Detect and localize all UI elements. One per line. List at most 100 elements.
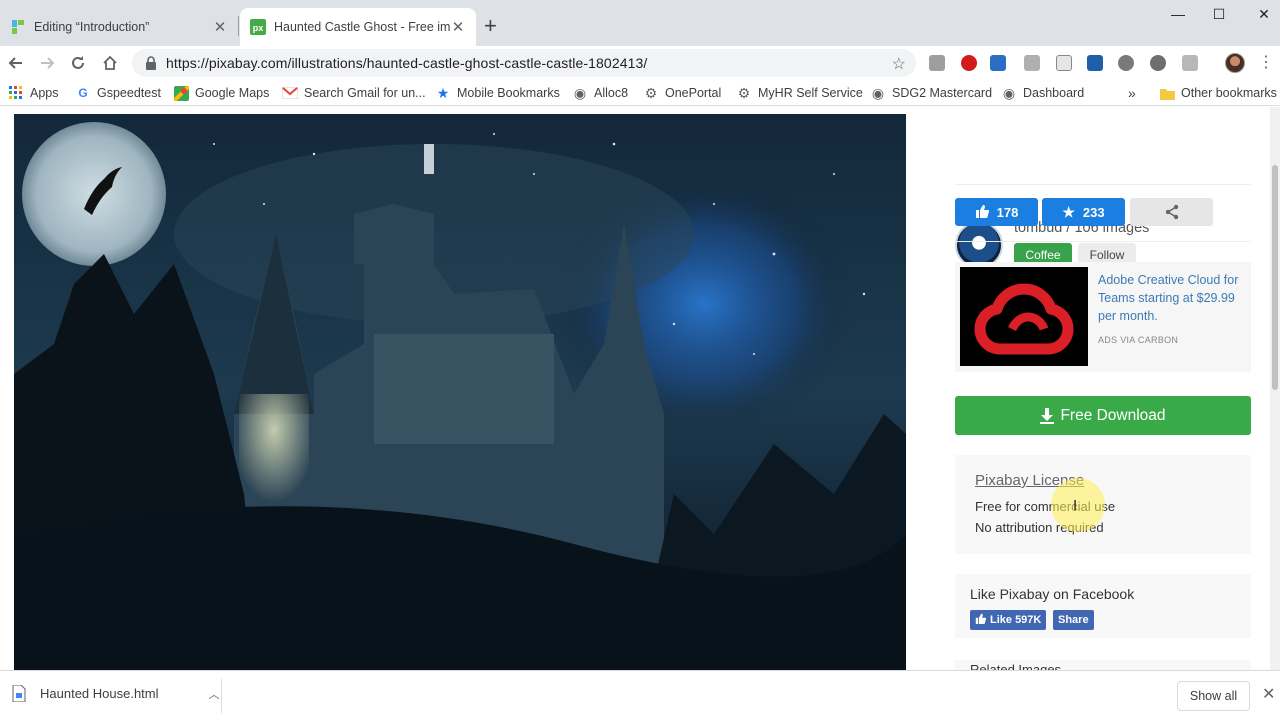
share-button[interactable]	[1130, 198, 1213, 226]
arrow-left-icon	[8, 57, 22, 69]
tab-haunted-castle[interactable]: px Haunted Castle Ghost - Free image ✕	[240, 8, 476, 46]
favorite-button[interactable]: ★ 233	[1042, 198, 1125, 226]
carbon-ad[interactable]: Adobe Creative Cloud for Teams starting …	[955, 262, 1251, 372]
cloud-extension-icon[interactable]	[1118, 55, 1134, 71]
show-all-button[interactable]: Show all	[1177, 681, 1250, 711]
svg-text:px: px	[253, 23, 264, 33]
download-item[interactable]: Haunted House.html ︿	[12, 685, 220, 702]
close-window-button[interactable]: ✕	[1241, 6, 1280, 23]
close-download-shelf-icon[interactable]: ✕	[1262, 684, 1275, 704]
bookmarks-overflow-button[interactable]: »	[1128, 84, 1136, 102]
ad-text[interactable]: Adobe Creative Cloud for Teams starting …	[1098, 271, 1248, 325]
download-icon	[1040, 407, 1055, 424]
forward-button[interactable]	[36, 52, 58, 74]
bookmark-label: Apps	[30, 86, 59, 100]
globe-icon: ◉	[871, 84, 885, 101]
bookmark-google-maps[interactable]: Google Maps	[173, 84, 269, 102]
text-cursor-icon: I	[1073, 497, 1078, 514]
bookmark-label: Alloc8	[594, 86, 629, 100]
bookmarks-bar: Apps G Gspeedtest Google Maps Search Gma…	[0, 80, 1280, 106]
reload-button[interactable]	[67, 52, 89, 74]
bookmark-myhr[interactable]: ⚙ MyHR Self Service	[736, 84, 863, 102]
maps-icon	[173, 85, 189, 101]
bookmark-label: Other bookmarks	[1181, 86, 1277, 100]
lock-icon	[146, 56, 156, 70]
bookmark-label: Gspeedtest	[97, 86, 161, 100]
bookmark-search-gmail[interactable]: Search Gmail for un...	[282, 84, 426, 102]
minimize-button[interactable]: —	[1155, 6, 1201, 22]
home-icon	[103, 55, 117, 70]
thumbs-up-icon	[975, 204, 989, 221]
tab-title: Editing “Introduction”	[34, 20, 150, 34]
share-icon	[1165, 204, 1178, 220]
other-bookmarks-folder[interactable]: Other bookmarks	[1159, 84, 1277, 102]
divider	[221, 679, 222, 713]
bookmark-alloc8[interactable]: ◉ Alloc8	[572, 84, 628, 102]
cursor-highlight	[1051, 478, 1105, 532]
folder-icon	[1159, 85, 1175, 101]
bookmark-gspeedtest[interactable]: G Gspeedtest	[75, 84, 161, 102]
download-shelf: Haunted House.html ︿ Show all ✕	[0, 670, 1280, 720]
url-text: https://pixabay.com/illustrations/haunte…	[166, 55, 648, 71]
wc-extension-icon[interactable]	[1087, 55, 1103, 71]
edit-extension-icon[interactable]	[1056, 55, 1072, 71]
html-file-icon	[12, 685, 26, 702]
bookmark-label: Search Gmail for un...	[304, 86, 426, 100]
tab-strip: Editing “Introduction” ✕ px Haunted Cast…	[0, 0, 1280, 46]
ads-via-carbon[interactable]: ADS VIA CARBON	[1098, 335, 1178, 345]
bookmark-label: SDG2 Mastercard	[892, 86, 993, 100]
opera-extension-icon[interactable]	[961, 55, 977, 71]
profile-avatar[interactable]	[1225, 53, 1245, 73]
pencil-blocks-favicon	[12, 20, 24, 34]
bookmark-dashboard[interactable]: ◉ Dashboard	[1001, 84, 1084, 102]
close-tab-icon[interactable]: ✕	[450, 18, 466, 36]
haunted-castle-image[interactable]	[14, 114, 906, 670]
bookmark-label: OnePortal	[665, 86, 722, 100]
bookmark-label: Google Maps	[195, 86, 270, 100]
tab-editing-introduction[interactable]: Editing “Introduction” ✕	[0, 8, 238, 46]
new-tab-button[interactable]: +	[484, 13, 497, 39]
tab-separator	[238, 16, 239, 36]
star-icon: ★	[436, 84, 450, 101]
facebook-share-button[interactable]: Share	[1053, 610, 1094, 630]
facebook-box: Like Pixabay on Facebook Like 597K Share	[955, 574, 1251, 638]
bookmark-oneportal[interactable]: ⚙ OnePortal	[643, 84, 722, 102]
reload-icon	[72, 56, 84, 69]
home-button[interactable]	[99, 52, 121, 74]
thumbs-up-icon	[975, 613, 987, 627]
globe-icon: ◉	[1002, 84, 1016, 101]
back-button[interactable]	[5, 52, 27, 74]
globe-icon: ◉	[573, 84, 587, 101]
divider	[955, 241, 1251, 242]
bookmark-mobile-bookmarks[interactable]: ★ Mobile Bookmarks	[435, 84, 560, 102]
bookmark-apps[interactable]: Apps	[8, 84, 59, 102]
star-icon: ★	[1062, 203, 1075, 220]
chevron-up-icon[interactable]: ︿	[209, 686, 220, 702]
menu-kebab-icon[interactable]: ⋮	[1258, 52, 1274, 72]
download-filename: Haunted House.html	[40, 686, 159, 701]
apps-grid-icon	[8, 85, 24, 101]
download-label: Free Download	[1060, 406, 1166, 424]
download-extension-icon[interactable]	[1182, 55, 1198, 71]
bookmark-sdg2-mastercard[interactable]: ◉ SDG2 Mastercard	[870, 84, 992, 102]
facebook-title: Like Pixabay on Facebook	[970, 586, 1135, 602]
gmail-icon	[282, 85, 298, 101]
address-bar[interactable]: https://pixabay.com/illustrations/haunte…	[132, 49, 916, 77]
like-button[interactable]: 178	[955, 198, 1038, 226]
camera-extension-icon[interactable]	[929, 55, 945, 71]
bookmark-star-icon[interactable]: ☆	[892, 54, 906, 74]
tab-title: Haunted Castle Ghost - Free image	[274, 20, 450, 34]
free-download-button[interactable]: Free Download	[955, 396, 1251, 435]
page-scrollbar[interactable]	[1270, 107, 1280, 670]
document-extension-icon[interactable]	[1024, 55, 1040, 71]
adobe-creative-cloud-logo[interactable]	[960, 267, 1088, 366]
close-tab-icon[interactable]: ✕	[212, 18, 228, 36]
related-images-section: Related Images	[955, 660, 1251, 670]
maximize-button[interactable]: ☐	[1196, 6, 1242, 23]
browser-toolbar: https://pixabay.com/illustrations/haunte…	[0, 46, 1280, 80]
facebook-like-button[interactable]: Like 597K	[970, 610, 1047, 630]
like-count: 178	[996, 204, 1019, 220]
globe-extension-icon[interactable]	[1150, 55, 1166, 71]
scrollbar-thumb[interactable]	[1272, 165, 1278, 390]
new-badge-extension-icon[interactable]	[990, 55, 1006, 71]
